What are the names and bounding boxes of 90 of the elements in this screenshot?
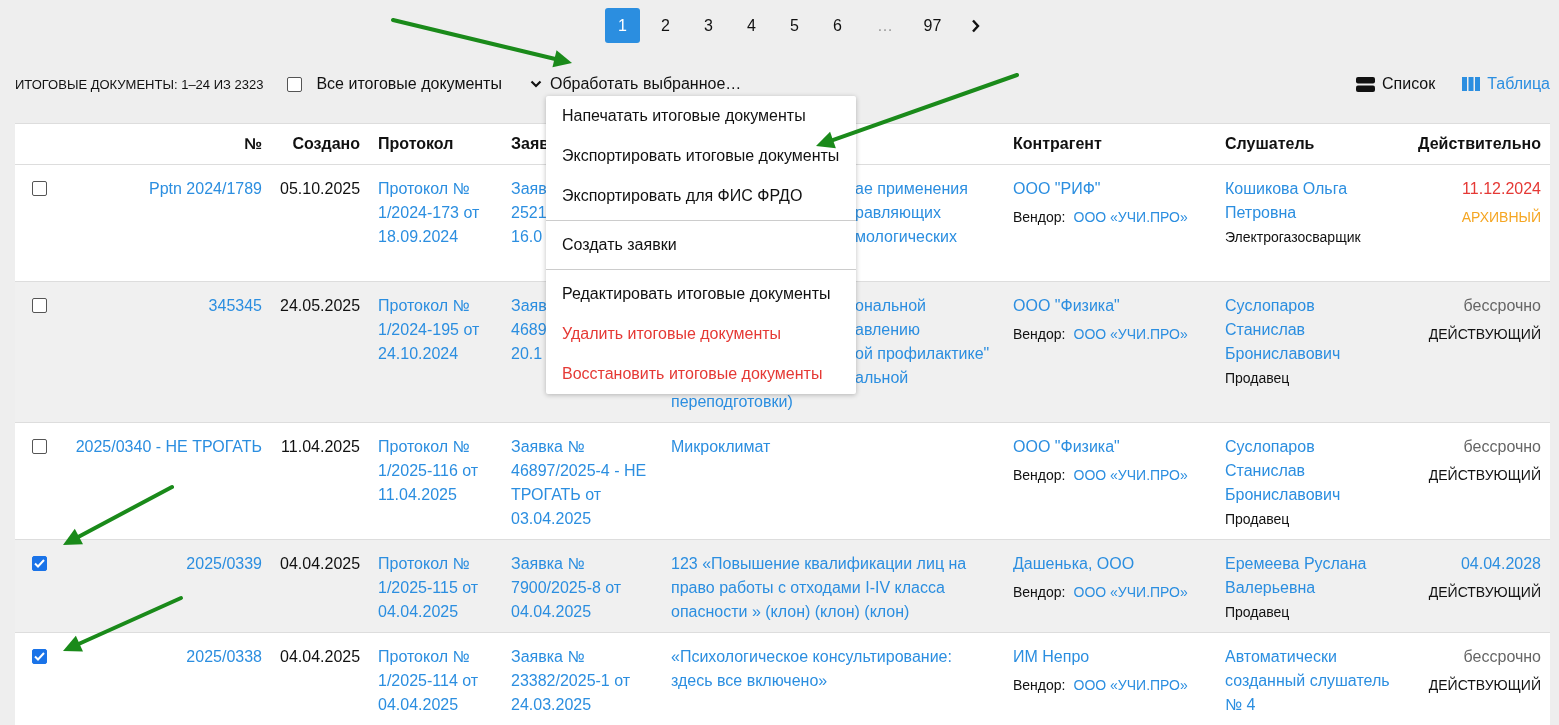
row-checkbox[interactable] (32, 298, 47, 313)
columns-icon (1462, 77, 1481, 91)
page-button[interactable]: 4 (734, 8, 769, 43)
protocol-link[interactable]: Протокол № 1/2024-195 от 24.10.2024 (378, 294, 493, 414)
menu-item[interactable]: Удалить итоговые документы (546, 314, 856, 354)
menu-item[interactable]: Экспортировать итоговые документы (546, 136, 856, 176)
vendor-label: Вендор: (1013, 583, 1066, 602)
created-date: 04.04.2025 (280, 647, 360, 667)
document-status: ДЕЙСТВУЮЩИЙ (1427, 465, 1541, 485)
vendor-link[interactable]: ООО «УЧИ.ПРО» (1073, 322, 1188, 346)
menu-item[interactable]: Экспортировать для ФИС ФРДО (546, 176, 856, 216)
application-link[interactable]: Заявка № 46897/2025-4 - НЕ ТРОГАТЬ от 03.04.2025 (511, 435, 653, 531)
chevron-down-icon[interactable] (529, 80, 542, 88)
listener-link[interactable]: Кошикова Ольга Петровна (1225, 177, 1391, 225)
listener-link[interactable]: Еремеева Руслана Валерьевна (1225, 552, 1391, 600)
column-header: Создано (291, 134, 360, 154)
listener-position: Продавец (1225, 510, 1291, 529)
listener-link[interactable]: Суслопаров Станислав Брониславович (1225, 435, 1391, 507)
vendor-link[interactable]: ООО «УЧИ.ПРО» (1073, 463, 1188, 487)
row-checkbox[interactable] (32, 181, 47, 196)
page-button[interactable]: 6 (820, 8, 855, 43)
page-button[interactable]: 3 (691, 8, 726, 43)
document-number-link[interactable]: 345345 (208, 297, 262, 314)
page-button[interactable]: 2 (648, 8, 683, 43)
valid-until: бессрочно (1462, 647, 1541, 667)
application-link[interactable]: Заявка № 7900/2025-8 от 04.04.2025 (511, 552, 653, 624)
listener-link[interactable]: Автоматически созданный слушатель № 4 (1225, 645, 1391, 717)
listener-position: Продавец (1225, 369, 1291, 388)
view-toggle[interactable]: Таблица (1462, 75, 1550, 93)
document-status: ДЕЙСТВУЮЩИЙ (1427, 324, 1541, 344)
select-all-checkbox[interactable] (287, 76, 303, 92)
column-header: Слушатель (1225, 134, 1316, 154)
row-checkbox[interactable] (32, 439, 47, 454)
listener-link[interactable]: Суслопаров Станислав Брониславович (1225, 294, 1391, 366)
listener-position: Электрогазосварщик (1225, 228, 1362, 247)
protocol-link[interactable]: Протокол № 1/2025-114 от 04.04.2025 (378, 645, 493, 717)
vendor-link[interactable]: ООО «УЧИ.ПРО» (1073, 205, 1188, 229)
created-date: 04.04.2025 (280, 554, 360, 574)
view-toggle[interactable]: Список (1356, 75, 1436, 93)
created-date: 05.10.2025 (280, 179, 360, 199)
list-icon (1356, 76, 1376, 92)
process-selected-dropdown[interactable]: Обработать выбранное… (549, 75, 742, 93)
row-checkbox[interactable] (32, 556, 47, 571)
menu-item[interactable]: Редактировать итоговые документы (546, 274, 856, 314)
page-button[interactable]: 5 (777, 8, 812, 43)
row-checkbox[interactable] (32, 649, 47, 664)
document-status: ДЕЙСТВУЮЩИЙ (1427, 675, 1541, 695)
contractor-link[interactable]: ООО "РИФ" (1013, 177, 1207, 201)
menu-item[interactable]: Создать заявки (546, 225, 856, 265)
vendor-label: Вендор: (1013, 466, 1066, 485)
vendor-label: Вендор: (1013, 325, 1066, 344)
column-header: Действительно (1417, 134, 1541, 154)
protocol-link[interactable]: Протокол № 1/2025-115 от 04.04.2025 (378, 552, 493, 624)
vendor-label: Вендор: (1013, 208, 1066, 227)
column-header: Протокол (378, 134, 455, 154)
valid-until: 04.04.2028 (1459, 554, 1541, 574)
menu-item[interactable]: Напечатать итоговые документы (546, 96, 856, 136)
document-number-link[interactable]: 2025/0340 - НЕ ТРОГАТЬ (75, 438, 262, 455)
contractor-link[interactable]: ООО "Физика" (1013, 435, 1207, 459)
document-status: ДЕЙСТВУЮЩИЙ (1427, 582, 1541, 602)
course-link[interactable]: Микроклимат (671, 435, 995, 531)
listener-position: Продавец (1225, 603, 1291, 622)
protocol-link[interactable]: Протокол № 1/2024-173 от 18.09.2024 (378, 177, 493, 273)
contractor-link[interactable]: Дашенька, ООО (1013, 552, 1207, 576)
created-date: 11.04.2025 (280, 437, 360, 457)
valid-until: бессрочно (1462, 437, 1541, 457)
course-link[interactable]: 123 «Повышение квалификации лиц на право работы с отходами I-IV класса опасности » (клон) (клон) (клон) (671, 552, 995, 624)
document-number-link[interactable]: 2025/0338 (186, 648, 262, 665)
vendor-label: Вендор: (1013, 676, 1066, 695)
page-button[interactable]: 1 (605, 8, 640, 43)
vendor-link[interactable]: ООО «УЧИ.ПРО» (1073, 580, 1188, 604)
contractor-link[interactable]: ООО "Физика" (1013, 294, 1207, 318)
next-page-icon[interactable] (971, 18, 980, 33)
valid-until: бессрочно (1462, 296, 1541, 316)
course-link[interactable]: «Психологическое консультирование: здесь все включено» (671, 645, 995, 717)
application-link[interactable]: Заявка № 23382/2025-1 от 24.03.2025 (511, 645, 653, 717)
document-number-link[interactable]: Pptn 2024/1789 (149, 180, 262, 197)
pagination-ellipsis: … (876, 15, 894, 36)
page-button[interactable]: 97 (915, 8, 950, 43)
document-status: АРХИВНЫЙ (1460, 207, 1541, 227)
valid-until: 11.12.2024 (1461, 179, 1541, 199)
column-header: Контрагент (1013, 134, 1103, 154)
document-number-link[interactable]: 2025/0339 (186, 555, 262, 572)
column-header: № (243, 134, 262, 154)
created-date: 24.05.2025 (280, 296, 360, 316)
vendor-link[interactable]: ООО «УЧИ.ПРО» (1073, 673, 1188, 697)
protocol-link[interactable]: Протокол № 1/2025-116 от 11.04.2025 (378, 435, 493, 531)
documents-count: ИТОГОВЫЕ ДОКУМЕНТЫ: 1–24 ИЗ 2323 (15, 76, 264, 92)
select-all-label: Все итоговые документы (316, 75, 502, 93)
contractor-link[interactable]: ИМ Непро (1013, 645, 1207, 669)
